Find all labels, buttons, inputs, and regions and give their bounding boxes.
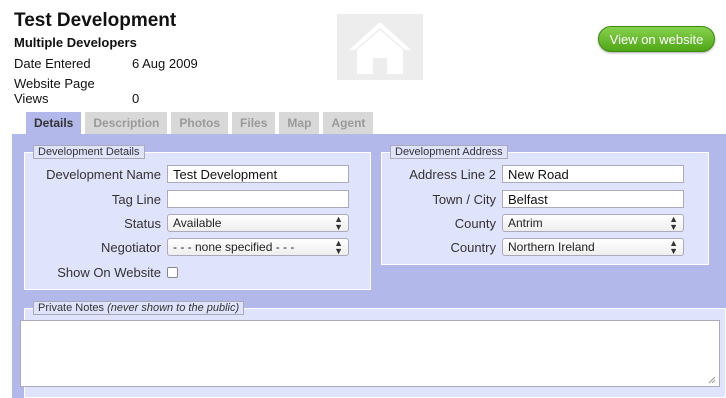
address-line-2-label: Address Line 2 bbox=[409, 166, 496, 182]
development-address-legend: Development Address bbox=[390, 145, 508, 159]
country-select-value: Northern Ireland bbox=[508, 240, 595, 254]
tab-map[interactable]: Map bbox=[279, 112, 320, 134]
field-row-negotiator: Negotiator - - - none specified - - - ▲ ▼ bbox=[24, 237, 349, 257]
address-line-2-input[interactable]: New Road bbox=[502, 165, 684, 183]
tagline-input[interactable] bbox=[167, 190, 349, 208]
county-select-value: Antrim bbox=[508, 216, 543, 230]
field-row-address-line-2: Address Line 2 New Road bbox=[381, 164, 684, 184]
county-select[interactable]: Antrim ▲ ▼ bbox=[502, 214, 684, 232]
tagline-label: Tag Line bbox=[111, 191, 161, 207]
tab-bar: Details Description Photos Files Map Age… bbox=[26, 112, 374, 134]
field-row-status: Status Available ▲ ▼ bbox=[24, 213, 349, 233]
country-label: Country bbox=[450, 239, 496, 255]
county-label: County bbox=[454, 215, 496, 231]
view-on-website-button[interactable]: View on website bbox=[598, 26, 715, 52]
development-name-input[interactable]: Test Development bbox=[167, 165, 349, 183]
page-title: Test Development bbox=[14, 10, 177, 31]
developer-subtitle: Multiple Developers bbox=[14, 35, 137, 50]
field-row-tagline: Tag Line bbox=[24, 189, 349, 209]
status-select-value: Available bbox=[173, 216, 222, 230]
meta-value: 6 Aug 2009 bbox=[132, 56, 198, 71]
private-notes-legend-note: (never shown to the public) bbox=[107, 302, 240, 314]
meta-label: Date Entered bbox=[14, 56, 91, 71]
town-city-input[interactable]: Belfast bbox=[502, 190, 684, 208]
select-arrows-icon: ▲ ▼ bbox=[334, 214, 343, 232]
field-row-county: County Antrim ▲ ▼ bbox=[381, 213, 684, 233]
tab-agent[interactable]: Agent bbox=[323, 112, 374, 134]
select-arrows-icon: ▲ ▼ bbox=[669, 214, 678, 232]
tab-description[interactable]: Description bbox=[85, 112, 168, 134]
meta-date-entered: Date Entered 6 Aug 2009 bbox=[14, 56, 198, 71]
private-notes-legend: Private Notes (never shown to the public… bbox=[33, 301, 245, 315]
tab-files[interactable]: Files bbox=[232, 112, 276, 134]
town-city-label: Town / City bbox=[432, 191, 496, 207]
field-row-country: Country Northern Ireland ▲ ▼ bbox=[381, 237, 684, 257]
select-arrows-icon: ▲ ▼ bbox=[334, 238, 343, 256]
negotiator-label: Negotiator bbox=[101, 239, 161, 255]
field-row-development-name: Development Name Test Development bbox=[24, 164, 349, 184]
development-details-legend: Development Details bbox=[33, 145, 145, 159]
tab-photos[interactable]: Photos bbox=[171, 112, 229, 134]
meta-value: 0 bbox=[132, 91, 140, 106]
negotiator-select[interactable]: - - - none specified - - - ▲ ▼ bbox=[167, 238, 349, 256]
tab-details[interactable]: Details bbox=[26, 112, 82, 134]
private-notes-textarea[interactable] bbox=[20, 320, 720, 387]
country-select[interactable]: Northern Ireland ▲ ▼ bbox=[502, 238, 684, 256]
select-arrows-icon: ▲ ▼ bbox=[669, 238, 678, 256]
status-select[interactable]: Available ▲ ▼ bbox=[167, 214, 349, 232]
resize-grip-icon[interactable] bbox=[708, 376, 716, 384]
private-notes-legend-title: Private Notes bbox=[38, 302, 105, 314]
home-icon bbox=[349, 22, 411, 74]
show-on-website-checkbox[interactable] bbox=[167, 266, 178, 278]
development-name-label: Development Name bbox=[46, 166, 161, 182]
field-row-town-city: Town / City Belfast bbox=[381, 189, 684, 209]
status-label: Status bbox=[124, 215, 161, 231]
show-on-website-label: Show On Website bbox=[57, 264, 161, 280]
negotiator-select-value: - - - none specified - - - bbox=[173, 240, 295, 254]
field-row-show-on-website: Show On Website bbox=[24, 262, 178, 282]
meta-page-views: Website Page Views 0 bbox=[14, 76, 139, 106]
meta-label: Website Page Views bbox=[14, 76, 95, 106]
property-image-placeholder bbox=[337, 14, 423, 80]
